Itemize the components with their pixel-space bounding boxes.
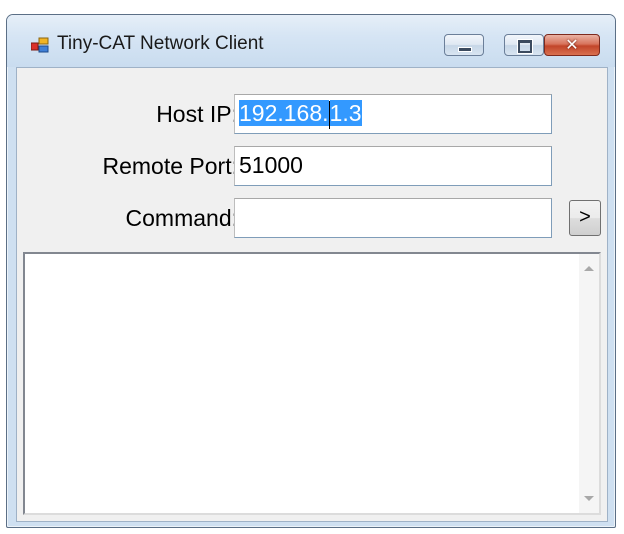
scroll-up-arrow-icon[interactable] [584, 266, 594, 271]
remote-port-input[interactable]: 51000 [234, 146, 552, 186]
host-ip-input[interactable]: 192.168.1.3 [234, 94, 552, 134]
scroll-down-arrow-icon[interactable] [584, 496, 594, 501]
title-bar[interactable]: Tiny-CAT Network Client ✕ [7, 15, 615, 67]
send-command-button[interactable]: > [569, 200, 601, 236]
client-area: Host IP: 192.168.1.3 Remote Port: 51000 … [16, 67, 608, 522]
command-label: Command: [125, 205, 238, 231]
output-textarea[interactable] [23, 252, 601, 515]
close-icon: ✕ [565, 35, 579, 54]
vertical-scrollbar[interactable] [579, 254, 599, 513]
close-button[interactable]: ✕ [544, 34, 600, 56]
minimize-button[interactable] [444, 34, 484, 56]
maximize-button[interactable] [504, 34, 544, 56]
app-window: Tiny-CAT Network Client ✕ Host IP: 192.1… [6, 14, 616, 528]
remote-port-label: Remote Port: [102, 153, 239, 179]
host-ip-selected-text-2: 1.3 [329, 100, 362, 126]
host-ip-label: Host IP: [156, 101, 238, 127]
command-input[interactable] [234, 198, 552, 238]
app-window-icon [31, 37, 49, 53]
window-title: Tiny-CAT Network Client [57, 33, 264, 54]
host-ip-selected-text-1: 192.168 [239, 100, 323, 126]
